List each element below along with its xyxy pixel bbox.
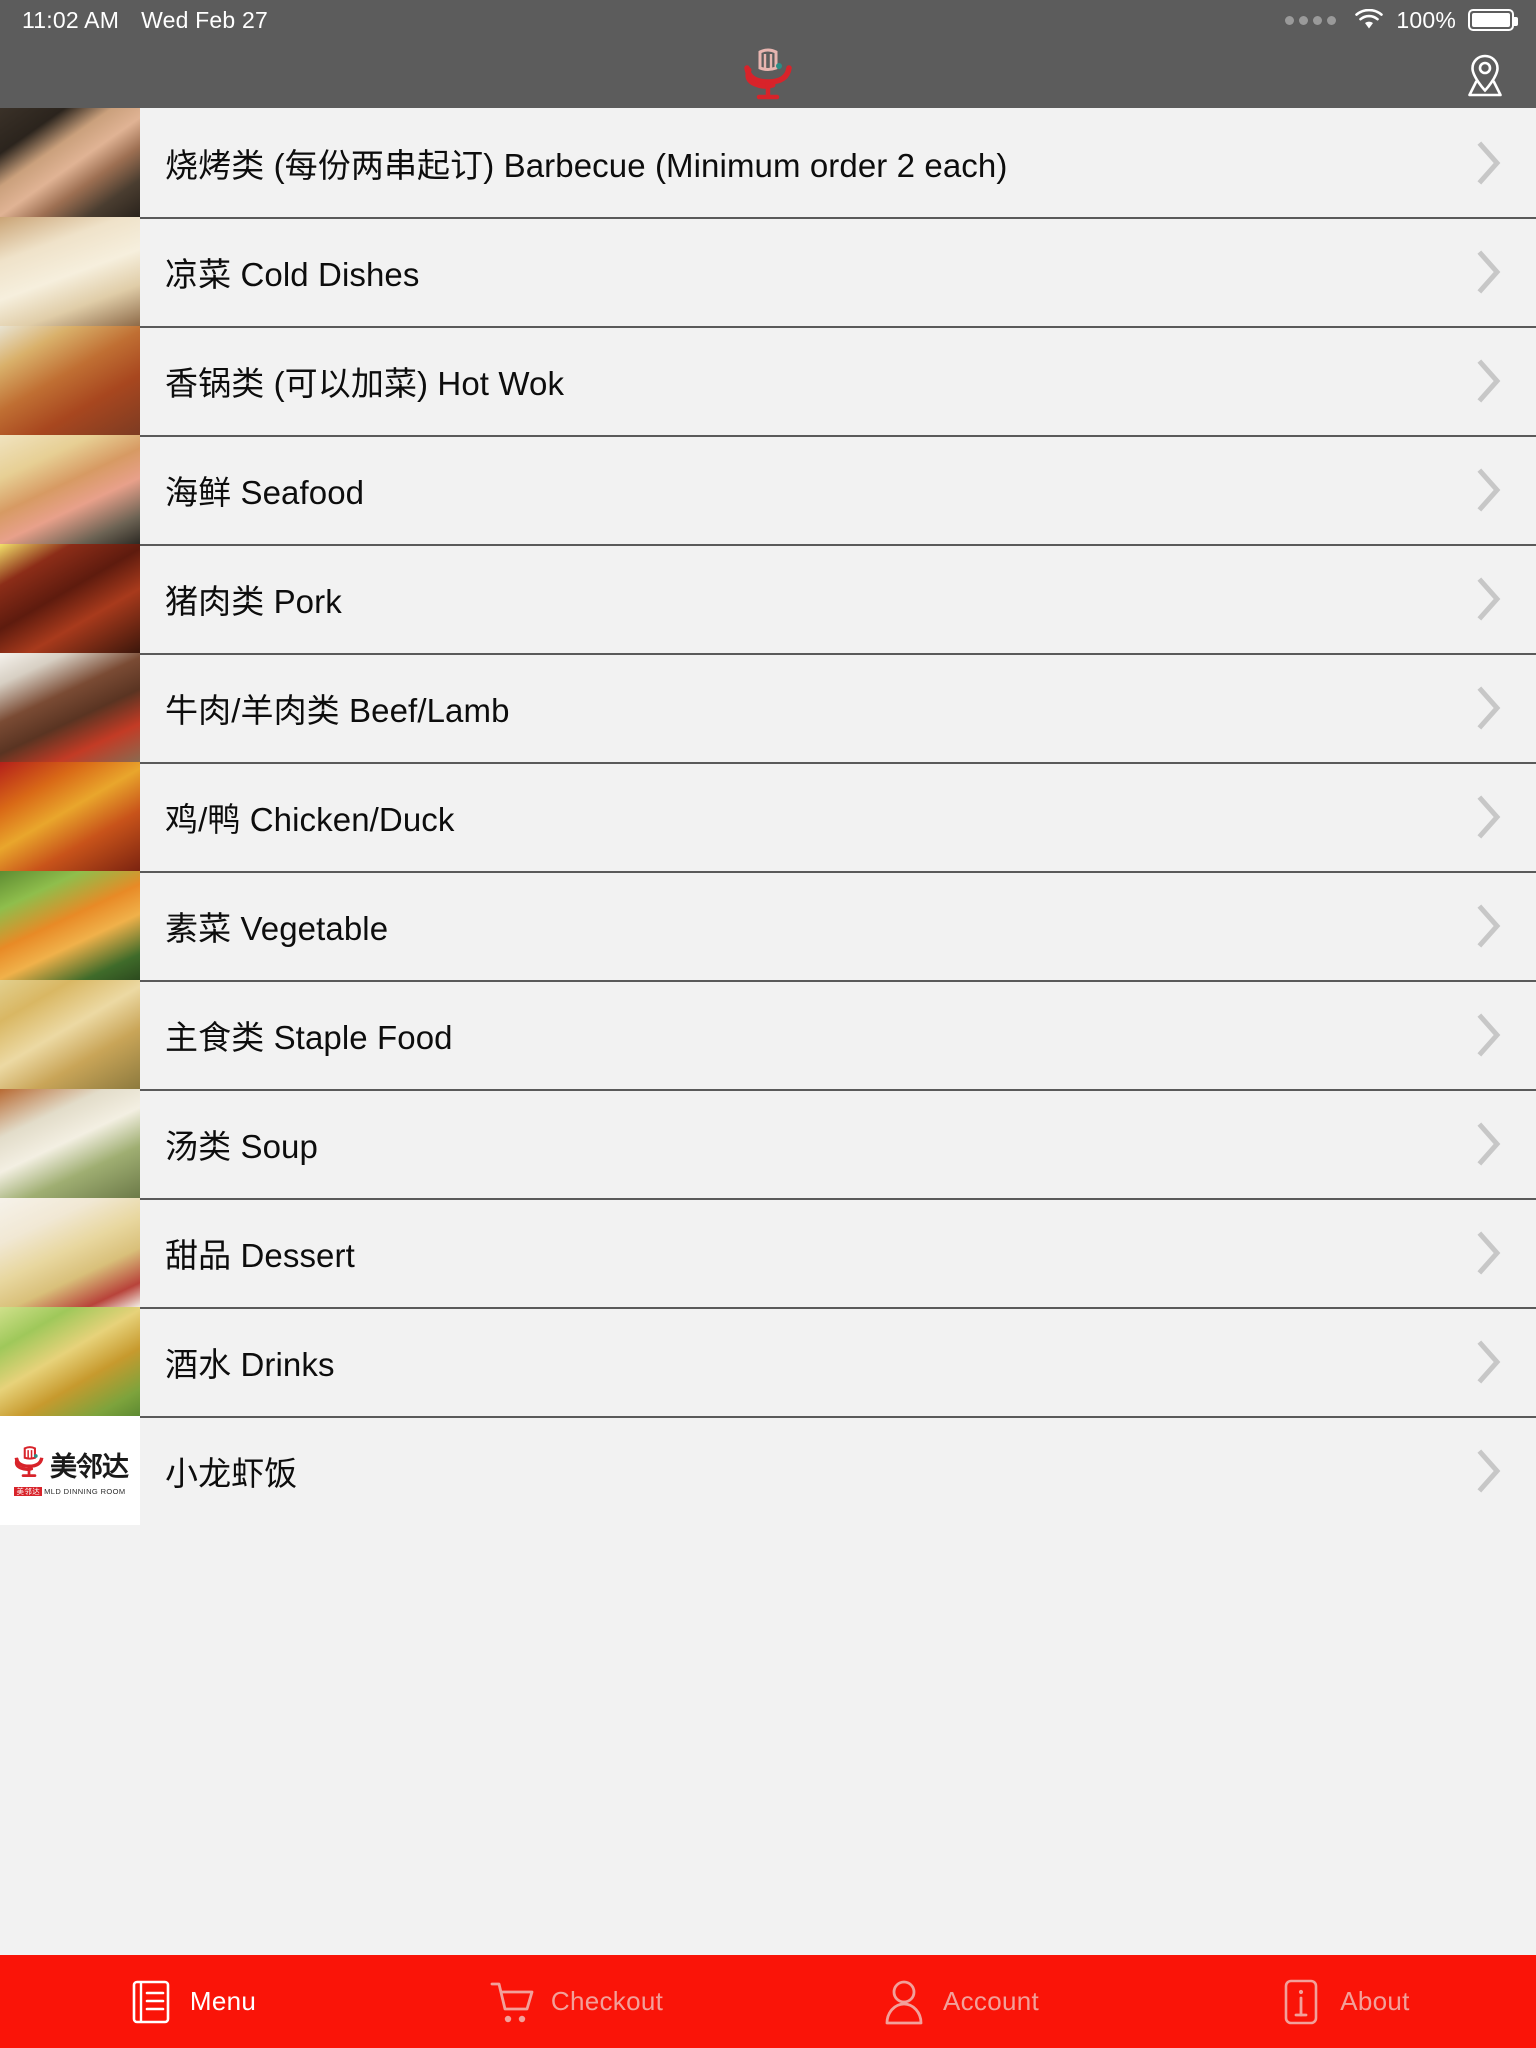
menu-category-row[interactable]: 猪肉类 Pork xyxy=(0,544,1536,653)
menu-category-thumbnail xyxy=(0,1198,140,1307)
menu-category-label: 甜品 Dessert xyxy=(165,1236,355,1274)
menu-category-label: 酒水 Drinks xyxy=(165,1345,335,1383)
menu-category-thumbnail xyxy=(0,1089,140,1198)
menu-category-label: 汤类 Soup xyxy=(165,1127,318,1165)
chevron-right-icon xyxy=(1440,326,1536,435)
menu-category-thumbnail xyxy=(0,544,140,653)
tab-menu[interactable]: Menu xyxy=(0,1955,384,2048)
chevron-right-icon xyxy=(1440,653,1536,762)
tab-about[interactable]: About xyxy=(1152,1955,1536,2048)
chevron-right-icon xyxy=(1440,435,1536,544)
chevron-right-icon xyxy=(1440,1198,1536,1307)
menu-category-thumbnail xyxy=(0,653,140,762)
restaurant-logo-icon xyxy=(739,46,797,102)
menu-category-thumbnail xyxy=(0,108,140,217)
menu-category-row[interactable]: 香锅类 (可以加菜) Hot Wok xyxy=(0,326,1536,435)
tab-label: Account xyxy=(942,1986,1040,2016)
menu-category-thumbnail xyxy=(0,326,140,435)
chevron-right-icon xyxy=(1440,217,1536,326)
battery-percent-label: 100% xyxy=(1396,6,1456,33)
battery-full-icon xyxy=(1468,9,1518,31)
menu-category-thumbnail xyxy=(0,980,140,1089)
brand-badge-cn: 美邻达 xyxy=(14,1486,43,1496)
menu-category-label: 小龙虾饭 xyxy=(165,1454,298,1492)
brand-logo-thumbnail: 美邻达 美邻达 MLD DINNING ROOM xyxy=(0,1416,140,1525)
menu-category-row[interactable]: 鸡/鸭 Chicken/Duck xyxy=(0,762,1536,871)
bottom-tab-bar[interactable]: Menu Checkout Account About xyxy=(0,1955,1536,2048)
signal-dots-icon xyxy=(1285,15,1337,25)
menu-category-label: 凉菜 Cold Dishes xyxy=(165,255,420,293)
menu-category-row[interactable]: 牛肉/羊肉类 Beef/Lamb xyxy=(0,653,1536,762)
chevron-right-icon xyxy=(1440,1089,1536,1198)
app-root: 11:02 AM Wed Feb 27 100% 烧烤类 (每份两串起订) Ba… xyxy=(0,0,1536,2048)
chevron-right-icon xyxy=(1440,108,1536,217)
menu-category-row[interactable]: 主食类 Staple Food xyxy=(0,980,1536,1089)
menu-category-label: 主食类 Staple Food xyxy=(165,1018,453,1056)
tab-label: About xyxy=(1340,1986,1410,2016)
menu-category-thumbnail xyxy=(0,217,140,326)
info-icon xyxy=(1278,1976,1324,2028)
shopping-cart-icon xyxy=(489,1976,535,2028)
brand-tagline: MLD DINNING ROOM xyxy=(44,1486,126,1496)
menu-category-thumbnail xyxy=(0,871,140,980)
navigation-bar xyxy=(0,40,1536,108)
chevron-right-icon xyxy=(1440,871,1536,980)
status-bar: 11:02 AM Wed Feb 27 100% xyxy=(0,0,1536,40)
chevron-right-icon xyxy=(1440,1307,1536,1416)
menu-category-row[interactable]: 汤类 Soup xyxy=(0,1089,1536,1198)
menu-category-label: 鸡/鸭 Chicken/Duck xyxy=(165,800,455,838)
menu-category-row[interactable]: 凉菜 Cold Dishes xyxy=(0,217,1536,326)
menu-category-label: 猪肉类 Pork xyxy=(165,582,342,620)
tab-label: Checkout xyxy=(550,1986,664,2016)
chevron-right-icon xyxy=(1440,1416,1536,1525)
menu-category-row[interactable]: 甜品 Dessert xyxy=(0,1198,1536,1307)
tab-label: Menu xyxy=(189,1986,257,2016)
status-bar-left: 11:02 AM Wed Feb 27 xyxy=(22,7,268,34)
tab-account[interactable]: Account xyxy=(768,1955,1152,2048)
wifi-icon xyxy=(1354,8,1384,31)
tab-checkout[interactable]: Checkout xyxy=(384,1955,768,2048)
menu-book-icon xyxy=(128,1976,174,2028)
menu-category-thumbnail xyxy=(0,435,140,544)
menu-category-label: 素菜 Vegetable xyxy=(165,909,389,947)
chevron-right-icon xyxy=(1440,980,1536,1089)
person-icon xyxy=(881,1976,927,2028)
menu-category-row[interactable]: 烧烤类 (每份两串起订) Barbecue (Minimum order 2 e… xyxy=(0,108,1536,217)
brand-name-en: 美邻达 MLD DINNING ROOM xyxy=(14,1486,125,1497)
menu-category-row[interactable]: 海鲜 Seafood xyxy=(0,435,1536,544)
location-button[interactable] xyxy=(1460,49,1510,99)
menu-category-label: 香锅类 (可以加菜) Hot Wok xyxy=(165,364,565,402)
chevron-right-icon xyxy=(1440,544,1536,653)
map-pin-icon xyxy=(1462,51,1508,97)
brand-name-cn: 美邻达 xyxy=(50,1451,129,1483)
menu-category-thumbnail xyxy=(0,1307,140,1416)
menu-category-row[interactable]: 美邻达 美邻达 MLD DINNING ROOM 小龙虾饭 xyxy=(0,1416,1536,1525)
menu-category-label: 海鲜 Seafood xyxy=(165,473,365,511)
menu-category-label: 牛肉/羊肉类 Beef/Lamb xyxy=(165,691,510,729)
status-time: 11:02 AM xyxy=(22,6,120,33)
chevron-right-icon xyxy=(1440,762,1536,871)
menu-category-list[interactable]: 烧烤类 (每份两串起订) Barbecue (Minimum order 2 e… xyxy=(0,108,1536,1955)
menu-category-label: 烧烤类 (每份两串起订) Barbecue (Minimum order 2 e… xyxy=(165,146,1008,184)
status-date: Wed Feb 27 xyxy=(141,6,268,33)
status-bar-right: 100% xyxy=(1285,6,1518,34)
brand-cup-icon xyxy=(12,1445,46,1484)
menu-category-thumbnail xyxy=(0,762,140,871)
menu-category-row[interactable]: 酒水 Drinks xyxy=(0,1307,1536,1416)
menu-category-row[interactable]: 素菜 Vegetable xyxy=(0,871,1536,980)
